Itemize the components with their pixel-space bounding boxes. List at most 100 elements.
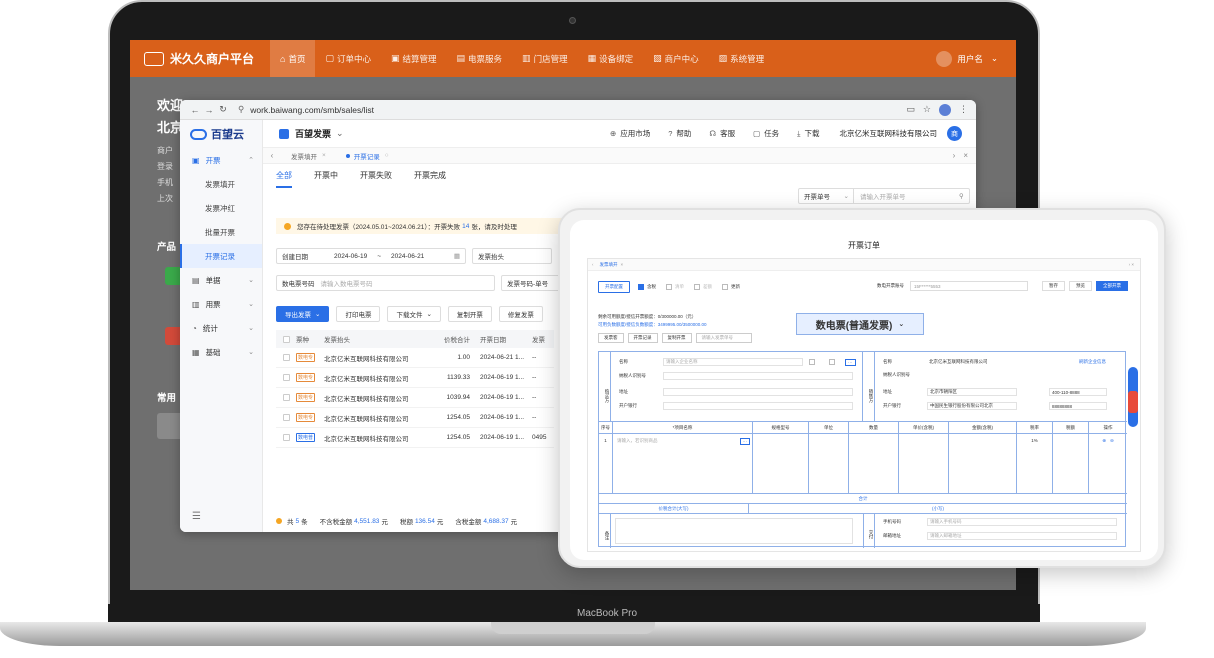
phone-input[interactable]: 请输入手机号码: [927, 518, 1117, 526]
forward-icon[interactable]: →: [202, 105, 216, 115]
table-row[interactable]: 数电普 北京亿米互联网科技有限公司 1254.05 2024-06-19 1..…: [276, 428, 554, 448]
einv-account-select[interactable]: 15F*****5553: [910, 281, 1028, 291]
remark-input[interactable]: [615, 518, 853, 544]
update-toggle[interactable]: 更新: [722, 284, 740, 290]
merchant-logo[interactable]: 米久久商户平台: [130, 50, 270, 67]
list-toggle[interactable]: 清单: [666, 284, 684, 290]
buyer-address-input[interactable]: [663, 388, 853, 396]
buyer-name-input[interactable]: 请输入企业名称: [663, 358, 803, 366]
sidebar-item-redflush[interactable]: 发票冲红: [180, 196, 262, 220]
task-link[interactable]: ▢ 任务: [753, 128, 779, 139]
collapse-menu-icon[interactable]: ☰: [192, 511, 201, 522]
tab-issuing[interactable]: 开票中: [314, 170, 338, 188]
close-icon[interactable]: ×: [963, 151, 968, 160]
invoice-type-select[interactable]: 数电票(普通发票) ⌄: [796, 313, 924, 335]
add-row-icon[interactable]: ⊕: [1102, 438, 1106, 493]
sidebar-item-stats[interactable]: ◔ 统计 ⌄: [180, 316, 262, 340]
client-button[interactable]: 发票客: [598, 333, 624, 343]
order-number-input[interactable]: 请输入发票单号: [695, 333, 752, 343]
close-icon[interactable]: ×: [322, 152, 326, 159]
refresh-company-link[interactable]: 刷新企业信息: [1079, 359, 1106, 365]
price-input[interactable]: [899, 434, 949, 493]
tab-done[interactable]: 开票完成: [414, 170, 446, 188]
refresh-icon[interactable]: ○: [385, 152, 389, 159]
chevron-left-icon[interactable]: ‹: [592, 262, 594, 267]
url-bar[interactable]: ⚲ work.baiwang.com/smb/sales/list: [238, 104, 374, 115]
preview-button[interactable]: 预览: [1069, 281, 1092, 291]
buyer-bank-input[interactable]: [663, 402, 853, 410]
copy-issue-button[interactable]: 复制开票: [447, 306, 492, 322]
tab-fill[interactable]: 发票填开 ×: [281, 148, 336, 164]
more-icon[interactable]: ⋮: [959, 104, 968, 115]
merchant-nav-orders[interactable]: ▢ 订单中心: [315, 40, 381, 77]
email-input[interactable]: 请输入邮箱地址: [927, 532, 1117, 540]
sidebar-item-records[interactable]: 开票记录: [180, 244, 262, 268]
row-checkbox[interactable]: [282, 354, 290, 361]
row-checkbox[interactable]: [282, 374, 290, 381]
tax-included-toggle[interactable]: 含税: [638, 284, 656, 290]
tab-all[interactable]: 全部: [276, 170, 292, 188]
row-checkbox[interactable]: [282, 394, 290, 401]
sidebar-item-docs[interactable]: ▤ 单据 ⌄: [180, 268, 262, 292]
bookmark-star-icon[interactable]: ☆: [923, 104, 931, 115]
table-row[interactable]: 数电专 北京亿米互联网科技有限公司 1139.33 2024-06-19 1..…: [276, 368, 554, 388]
einvoice-number-field[interactable]: 数电票号码 请输入数电票号码: [276, 275, 495, 291]
search-field-select[interactable]: 开票单号 ⌄: [799, 189, 854, 203]
chevron-right-icon[interactable]: ›: [953, 151, 956, 160]
close-icon[interactable]: ×: [621, 262, 624, 267]
row-checkbox[interactable]: [282, 434, 290, 441]
sidebar-item-batch[interactable]: 批量开票: [180, 220, 262, 244]
diff-toggle[interactable]: 差额: [694, 284, 712, 290]
merchant-user-menu[interactable]: 用户名 ⌄: [936, 50, 1016, 67]
select-all-checkbox[interactable]: [282, 335, 290, 343]
avatar[interactable]: 商: [947, 126, 962, 141]
sidebar-item-usage[interactable]: ▥ 用票 ⌄: [180, 292, 262, 316]
help-link[interactable]: ? 帮助: [668, 128, 691, 139]
service-link[interactable]: ☊ 客服: [709, 128, 735, 139]
app-market-link[interactable]: ⊕ 应用市场: [610, 128, 650, 139]
item-name-input[interactable]: 请输入，若识别商品 ···: [613, 434, 753, 493]
download-link[interactable]: ⤓ 下载: [797, 128, 819, 139]
records-button[interactable]: 开票记录: [627, 333, 658, 343]
sidebar-item-fill[interactable]: 发票填开: [180, 172, 262, 196]
company-name[interactable]: 北京亿米互联网科技有限公司: [840, 128, 938, 139]
more-icon[interactable]: ···: [739, 438, 750, 445]
issue-config-button[interactable]: 开票配置: [598, 281, 630, 293]
reload-icon[interactable]: ↻: [216, 104, 230, 115]
title-field[interactable]: 发票抬头: [472, 248, 552, 264]
qty-input[interactable]: [849, 434, 899, 493]
buyer-taxid-input[interactable]: [663, 372, 853, 380]
amount-input[interactable]: [949, 434, 1017, 493]
download-file-button[interactable]: 下载文件 ⌄: [387, 306, 441, 322]
export-button[interactable]: 导出发票 ⌄: [276, 306, 330, 322]
table-row[interactable]: 数电专 北京亿米互联网科技有限公司 1.00 2024-06-21 1... -…: [276, 348, 554, 368]
checkbox[interactable]: [829, 359, 835, 365]
app-logo[interactable]: 百望云: [180, 120, 262, 148]
profile-icon[interactable]: [939, 103, 951, 116]
tab-records[interactable]: 开票记录 ○: [336, 148, 399, 164]
merchant-nav-store[interactable]: ▥ 门店管理: [512, 40, 578, 77]
delete-row-icon[interactable]: ⊖: [1110, 438, 1114, 493]
back-icon[interactable]: ←: [188, 105, 202, 115]
merchant-nav-invoice[interactable]: ▤ 电票服务: [447, 40, 513, 77]
sidebar-item-issue[interactable]: ▣ 开票 ⌃: [180, 148, 262, 172]
sidebar-item-base[interactable]: ▦ 基础 ⌄: [180, 340, 262, 364]
table-row[interactable]: 数电专 北京亿米互联网科技有限公司 1039.94 2024-06-19 1..…: [276, 388, 554, 408]
repair-button[interactable]: 修复发票: [498, 306, 543, 322]
chevron-left-icon[interactable]: ‹: [263, 151, 281, 160]
print-button[interactable]: 打印电票: [336, 306, 381, 322]
merchant-nav-settle[interactable]: ▣ 结算管理: [381, 40, 447, 77]
chevron-right-icon[interactable]: › ×: [1129, 262, 1134, 267]
copy-issue-button[interactable]: 复制开票: [661, 333, 692, 343]
save-draft-button[interactable]: 暂存: [1042, 281, 1065, 291]
spec-input[interactable]: [753, 434, 809, 493]
merchant-nav-home[interactable]: ⌂ 首页: [270, 40, 316, 77]
search-input[interactable]: 请输入开票单号: [854, 189, 954, 203]
product-switcher[interactable]: 百望发票 ⌄: [263, 127, 344, 140]
unit-input[interactable]: [809, 434, 849, 493]
merchant-nav-merchant[interactable]: ▧ 商户中心: [643, 40, 709, 77]
date-range-field[interactable]: 创建日期 2024-06-19 ~ 2024-06-21 ▦: [276, 248, 466, 264]
issue-all-button[interactable]: 全部开票: [1096, 281, 1128, 291]
more-icon[interactable]: ···: [845, 358, 856, 366]
merchant-nav-system[interactable]: ▨ 系统管理: [709, 40, 775, 77]
